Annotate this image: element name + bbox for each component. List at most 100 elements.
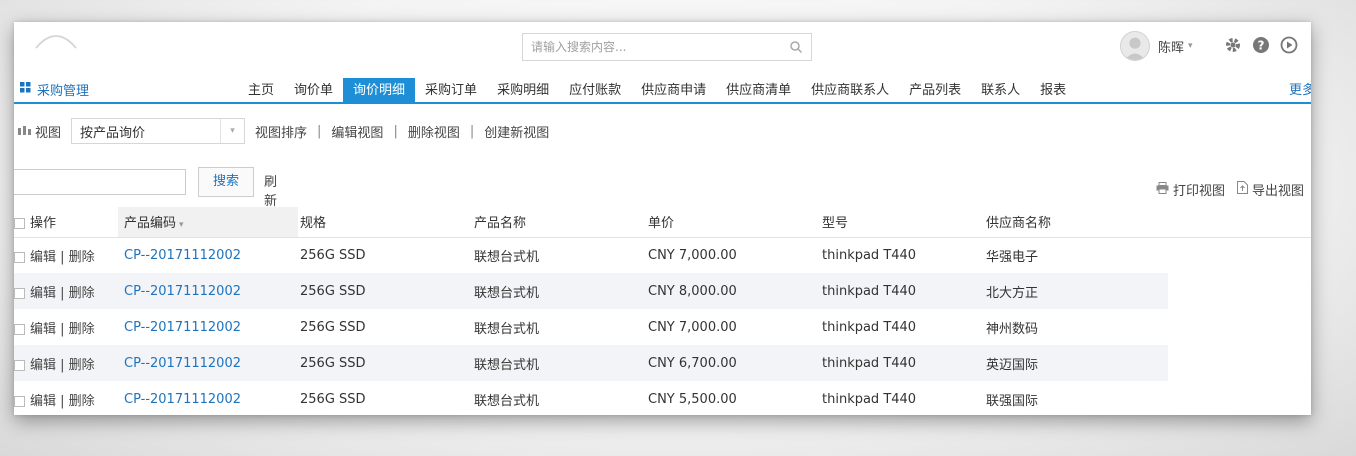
view-select[interactable]: 按产品询价 ▾ — [71, 118, 246, 144]
tab-payables[interactable]: 应付账款 — [559, 78, 631, 104]
logo-icon[interactable] — [34, 30, 78, 52]
chevron-down-icon[interactable]: ▾ — [1188, 41, 1193, 51]
row-checkbox[interactable] — [14, 323, 25, 335]
spec: 256G SSD — [298, 273, 472, 309]
filter-input[interactable] — [14, 169, 186, 195]
module-switcher[interactable]: 采购管理 — [20, 80, 89, 99]
bar-chart-icon — [18, 124, 31, 139]
col-code[interactable]: 产品编码 ▾ — [118, 207, 298, 238]
product-code[interactable]: CP--20171112002 — [118, 273, 298, 309]
product-name: 联想台式机 — [472, 273, 646, 309]
row-checkbox[interactable] — [14, 287, 25, 299]
edit-link[interactable]: 编辑 — [30, 358, 56, 373]
user-menu[interactable]: 陈晖 ▾ — [1120, 31, 1193, 61]
col-spec-label[interactable]: 规格 — [300, 216, 326, 231]
view-select-value[interactable]: 按产品询价 — [72, 122, 145, 141]
play-icon[interactable] — [1280, 36, 1298, 54]
tab-reports[interactable]: 报表 — [1030, 78, 1076, 104]
table-row: 编辑 | 删除 CP--20171112002 256G SSD 联想台式机 C… — [14, 345, 1311, 381]
print-view-label[interactable]: 打印视图 — [1173, 180, 1225, 199]
product-code[interactable]: CP--20171112002 — [118, 309, 298, 345]
user-name[interactable]: 陈晖 — [1158, 37, 1184, 56]
col-supplier-label[interactable]: 供应商名称 — [986, 216, 1051, 231]
global-search — [522, 33, 812, 61]
model: thinkpad T440 — [822, 391, 917, 407]
model: thinkpad T440 — [820, 273, 984, 309]
sort-icon[interactable]: ▾ — [179, 220, 184, 230]
col-price-label[interactable]: 单价 — [648, 216, 674, 231]
delete-link[interactable]: 删除 — [69, 250, 95, 265]
separator: | — [317, 123, 322, 139]
tab-product-list[interactable]: 产品列表 — [899, 78, 971, 104]
tab-purchase-detail[interactable]: 采购明细 — [487, 78, 559, 104]
col-name[interactable]: 产品名称 — [472, 207, 646, 238]
print-view-action[interactable]: 打印视图 — [1156, 180, 1225, 199]
search-icon[interactable] — [789, 40, 803, 58]
blank-cell — [1168, 273, 1311, 309]
row-checkbox[interactable] — [14, 395, 25, 407]
product-name: 联想台式机 — [474, 321, 540, 337]
blank-cell — [1168, 345, 1311, 381]
search-button[interactable]: 搜索 — [198, 167, 254, 197]
chevron-down-icon[interactable]: ▾ — [220, 119, 244, 143]
tab-supplier-contacts[interactable]: 供应商联系人 — [801, 78, 899, 104]
tab-inquiry-detail[interactable]: 询价明细 — [343, 78, 416, 104]
view-bar: 视图 按产品询价 ▾ 视图排序 | 编辑视图 | 删除视图 | 创建新视图 — [14, 118, 549, 144]
delete-link[interactable]: 删除 — [69, 358, 95, 373]
separator: | — [393, 123, 398, 139]
tab-supplier-list[interactable]: 供应商清单 — [716, 78, 801, 104]
blank-cell — [1168, 309, 1311, 345]
edit-link[interactable]: 编辑 — [30, 394, 56, 409]
help-icon[interactable]: ? — [1252, 36, 1270, 54]
supplier-name: 英迈国际 — [984, 345, 1168, 381]
unit-price: CNY 7,000.00 — [648, 247, 737, 263]
tab-contacts[interactable]: 联系人 — [971, 78, 1030, 104]
create-view-link[interactable]: 创建新视图 — [484, 122, 549, 141]
col-model[interactable]: 型号 — [820, 207, 984, 238]
edit-link[interactable]: 编辑 — [30, 250, 56, 265]
spec: 256G SSD — [298, 345, 472, 381]
col-model-label[interactable]: 型号 — [822, 216, 848, 231]
col-supplier[interactable]: 供应商名称 — [984, 207, 1168, 238]
sort-view-link[interactable]: 视图排序 — [255, 122, 307, 141]
row-checkbox[interactable] — [14, 251, 25, 263]
col-name-label[interactable]: 产品名称 — [474, 216, 526, 231]
edit-view-link[interactable]: 编辑视图 — [331, 122, 383, 141]
model: thinkpad T440 — [822, 247, 917, 263]
tab-purchase-order[interactable]: 采购订单 — [415, 78, 487, 104]
delete-view-link[interactable]: 删除视图 — [408, 122, 460, 141]
edit-link[interactable]: 编辑 — [30, 322, 56, 337]
export-view-action[interactable]: 导出视图 — [1237, 180, 1304, 199]
avatar[interactable] — [1120, 31, 1150, 61]
search-input[interactable] — [531, 34, 781, 60]
row-ops: 编辑 | 删除 — [14, 273, 118, 309]
module-label[interactable]: 采购管理 — [37, 80, 89, 99]
delete-link[interactable]: 删除 — [69, 286, 95, 301]
product-code[interactable]: CP--20171112002 — [118, 381, 298, 415]
app-window: 陈晖 ▾ ? 采购管理 主页 询价单 询价明细 采购订单 — [14, 22, 1311, 415]
product-code[interactable]: CP--20171112002 — [118, 345, 298, 381]
tab-supplier-application[interactable]: 供应商申请 — [631, 78, 716, 104]
top-icons: ? — [1224, 36, 1298, 54]
tab-more[interactable]: 更多 — [1289, 78, 1311, 104]
delete-link[interactable]: 删除 — [69, 322, 95, 337]
supplier-name: 联强国际 — [986, 393, 1039, 409]
row-ops: 编辑 | 删除 — [14, 309, 118, 345]
export-view-label[interactable]: 导出视图 — [1252, 180, 1304, 199]
tab-home[interactable]: 主页 — [238, 78, 284, 104]
col-ops: 操作 — [14, 207, 118, 238]
edit-link[interactable]: 编辑 — [30, 286, 56, 301]
table-row: 编辑 | 删除 CP--20171112002 256G SSD 联想台式机 C… — [14, 273, 1311, 309]
delete-link[interactable]: 删除 — [69, 394, 95, 409]
col-code-label[interactable]: 产品编码 — [124, 216, 176, 231]
gear-icon[interactable] — [1224, 36, 1242, 54]
refresh-link[interactable]: 刷新 — [264, 171, 277, 209]
col-spec[interactable]: 规格 — [298, 207, 472, 238]
export-icon — [1237, 181, 1249, 198]
product-code[interactable]: CP--20171112002 — [118, 237, 298, 273]
tab-inquiry[interactable]: 询价单 — [284, 78, 343, 104]
unit-price: CNY 6,700.00 — [646, 345, 820, 381]
select-all-checkbox[interactable] — [14, 218, 25, 230]
row-checkbox[interactable] — [14, 359, 25, 371]
col-price[interactable]: 单价 — [646, 207, 820, 238]
